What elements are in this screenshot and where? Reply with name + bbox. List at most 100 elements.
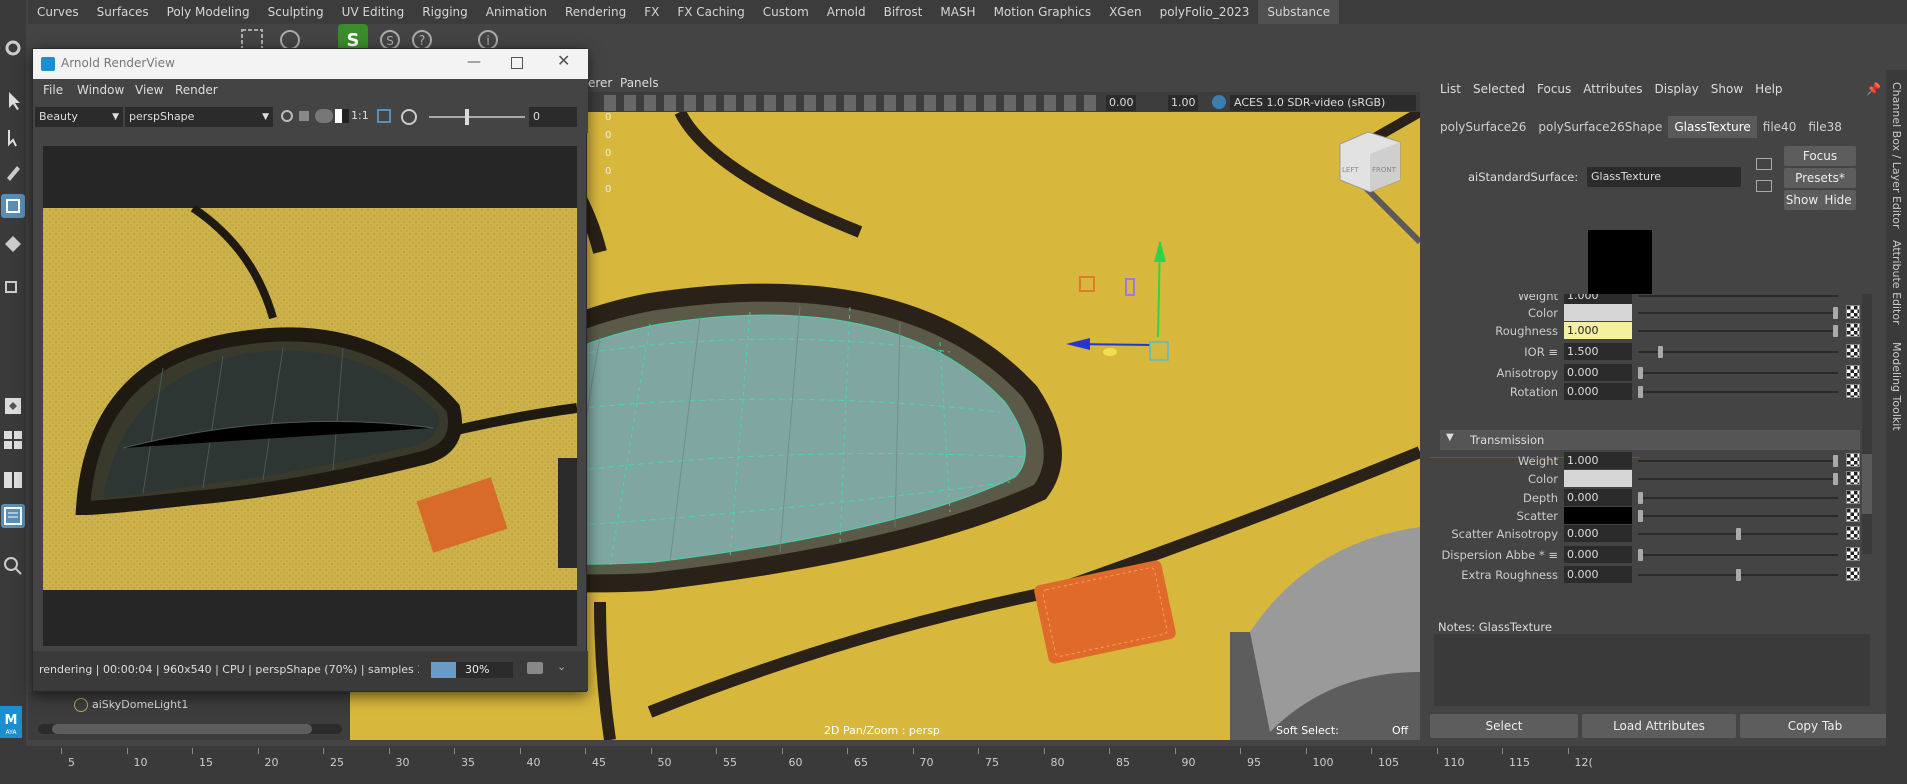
attr-slider[interactable] bbox=[1638, 460, 1838, 462]
ae-menu-item[interactable]: Focus bbox=[1537, 82, 1571, 96]
attr-slider[interactable] bbox=[1638, 515, 1838, 517]
attr-field[interactable]: 1.000 bbox=[1564, 452, 1632, 469]
node-name-field[interactable]: GlassTexture bbox=[1587, 167, 1741, 187]
shelf-tab[interactable]: Surfaces bbox=[88, 0, 158, 24]
map-texture-icon[interactable] bbox=[1846, 508, 1860, 522]
search-icon[interactable] bbox=[1, 554, 25, 578]
attr-slider[interactable] bbox=[1638, 295, 1838, 297]
attr-slider-handle[interactable] bbox=[1833, 455, 1838, 467]
exposure-slider[interactable] bbox=[429, 109, 525, 125]
ae-menu-item[interactable]: Display bbox=[1655, 82, 1699, 96]
output-connections-icon[interactable] bbox=[1756, 180, 1772, 192]
ae-menu-item[interactable]: Help bbox=[1755, 82, 1782, 96]
ae-menu-item[interactable]: List bbox=[1440, 82, 1461, 96]
shelf-tab[interactable]: FX bbox=[635, 0, 668, 24]
shelf-tab[interactable]: Substance bbox=[1258, 0, 1340, 24]
attr-slider-handle[interactable] bbox=[1638, 549, 1643, 561]
sun-icon[interactable] bbox=[281, 110, 293, 122]
attr-slider-handle[interactable] bbox=[1833, 325, 1838, 337]
attr-slider[interactable] bbox=[1638, 497, 1838, 499]
shelf-tab[interactable]: Motion Graphics bbox=[985, 0, 1101, 24]
select-tool-icon[interactable] bbox=[1, 88, 25, 112]
attr-slider-handle[interactable] bbox=[1638, 386, 1643, 398]
map-texture-icon[interactable] bbox=[1846, 471, 1860, 485]
attr-slider[interactable] bbox=[1638, 312, 1838, 314]
crop-icon[interactable] bbox=[377, 109, 391, 123]
shelf-tab[interactable]: Rigging bbox=[413, 0, 476, 24]
presets-button[interactable]: Presets* bbox=[1784, 168, 1856, 188]
attr-field[interactable]: 1.500 bbox=[1564, 343, 1632, 360]
select-button[interactable]: Select bbox=[1430, 714, 1578, 738]
viewport-field-a[interactable]: 0.00 bbox=[1106, 95, 1136, 111]
ae-tab[interactable]: GlassTexture bbox=[1668, 116, 1757, 138]
color-management-icon[interactable] bbox=[1212, 95, 1226, 109]
shelf-tab[interactable]: Rendering bbox=[556, 0, 635, 24]
ae-menu-item[interactable]: Show bbox=[1711, 82, 1743, 96]
attr-field[interactable]: 0.000 bbox=[1564, 566, 1632, 583]
map-texture-icon[interactable] bbox=[1846, 490, 1860, 504]
lock-icon[interactable] bbox=[299, 111, 309, 121]
map-texture-icon[interactable] bbox=[1846, 567, 1860, 581]
attr-field[interactable] bbox=[1564, 470, 1632, 487]
viewport-menu-renderer[interactable]: erer bbox=[588, 76, 612, 90]
attr-field[interactable]: 0.000 bbox=[1564, 525, 1632, 542]
attr-slider-handle[interactable] bbox=[1638, 510, 1643, 522]
attr-slider[interactable] bbox=[1638, 391, 1838, 393]
show-button[interactable]: Show bbox=[1784, 190, 1820, 210]
copy-tab-button[interactable]: Copy Tab bbox=[1740, 714, 1890, 738]
lasso-tool-icon[interactable] bbox=[1, 126, 25, 150]
camera-select[interactable]: perspShape ▼ bbox=[125, 107, 273, 127]
ae-tab[interactable]: file40 bbox=[1757, 116, 1803, 138]
map-texture-icon[interactable] bbox=[1846, 384, 1860, 398]
paint-tool-icon[interactable] bbox=[1, 160, 25, 184]
material-swatch[interactable] bbox=[1588, 230, 1652, 294]
channel-box-tab[interactable]: Channel Box / Layer Editor bbox=[1890, 82, 1903, 229]
shelf-tab[interactable]: Animation bbox=[477, 0, 556, 24]
attr-slider-handle[interactable] bbox=[1833, 307, 1838, 319]
attr-slider-handle[interactable] bbox=[1638, 367, 1643, 379]
outliner-item[interactable]: aiSkyDomeLight1 bbox=[92, 698, 188, 711]
color-space-select[interactable]: ACES 1.0 SDR-video (sRGB) bbox=[1230, 95, 1416, 111]
attr-slider-handle[interactable] bbox=[1638, 492, 1643, 504]
attr-slider-handle[interactable] bbox=[1833, 473, 1838, 485]
viewport-toolbar-icons[interactable] bbox=[604, 95, 1104, 111]
attr-field[interactable]: 0.000 bbox=[1564, 383, 1632, 400]
compare-icon[interactable] bbox=[335, 109, 349, 123]
notes-textarea[interactable] bbox=[1434, 634, 1870, 706]
attr-slider-handle[interactable] bbox=[1735, 528, 1741, 540]
load-attributes-button[interactable]: Load Attributes bbox=[1582, 714, 1736, 738]
close-icon[interactable]: ✕ bbox=[557, 51, 570, 70]
renderview-menu-view[interactable]: View bbox=[135, 83, 163, 97]
shelf-tab[interactable]: Arnold bbox=[818, 0, 875, 24]
ae-menu-item[interactable]: Selected bbox=[1473, 82, 1525, 96]
layout-single-icon[interactable] bbox=[1, 394, 25, 418]
focus-button[interactable]: Focus bbox=[1784, 146, 1856, 166]
attr-slider[interactable] bbox=[1638, 351, 1838, 353]
maximize-icon[interactable] bbox=[511, 57, 523, 69]
aov-select[interactable]: Beauty ▼ bbox=[35, 107, 123, 127]
chevron-down-icon[interactable]: ⌄ bbox=[557, 660, 566, 673]
ae-tab[interactable]: polySurface26Shape bbox=[1532, 116, 1668, 138]
renderview-menu-window[interactable]: Window bbox=[77, 83, 124, 97]
pin-icon[interactable]: 📌 bbox=[1866, 82, 1881, 96]
move-tool-icon[interactable] bbox=[1, 194, 25, 218]
map-texture-icon[interactable] bbox=[1846, 526, 1860, 540]
ratio-label[interactable]: 1:1 bbox=[351, 109, 369, 122]
ae-tab[interactable]: polySurface26 bbox=[1434, 116, 1532, 138]
view-cube-front[interactable]: FRONT bbox=[1372, 166, 1396, 174]
attr-field[interactable] bbox=[1564, 507, 1632, 524]
input-connections-icon[interactable] bbox=[1756, 158, 1772, 170]
map-texture-icon[interactable] bbox=[1846, 547, 1860, 561]
shelf-tab[interactable]: Sculpting bbox=[259, 0, 333, 24]
camera-snapshot-icon[interactable] bbox=[527, 662, 543, 674]
shelf-tab[interactable]: Poly Modeling bbox=[158, 0, 259, 24]
renderview-menu-file[interactable]: File bbox=[43, 83, 63, 97]
viewport-menu-panels[interactable]: Panels bbox=[620, 76, 659, 90]
map-texture-icon[interactable] bbox=[1846, 323, 1860, 337]
attr-field[interactable]: 0.000 bbox=[1564, 546, 1632, 563]
shelf-tab[interactable]: Bifrost bbox=[875, 0, 932, 24]
exposure-field[interactable]: 0 bbox=[529, 107, 577, 127]
shelf-tab[interactable]: Curves bbox=[28, 0, 88, 24]
modeling-toolkit-tab[interactable]: Modeling Toolkit bbox=[1890, 342, 1903, 431]
exposure-icon[interactable] bbox=[401, 109, 417, 125]
